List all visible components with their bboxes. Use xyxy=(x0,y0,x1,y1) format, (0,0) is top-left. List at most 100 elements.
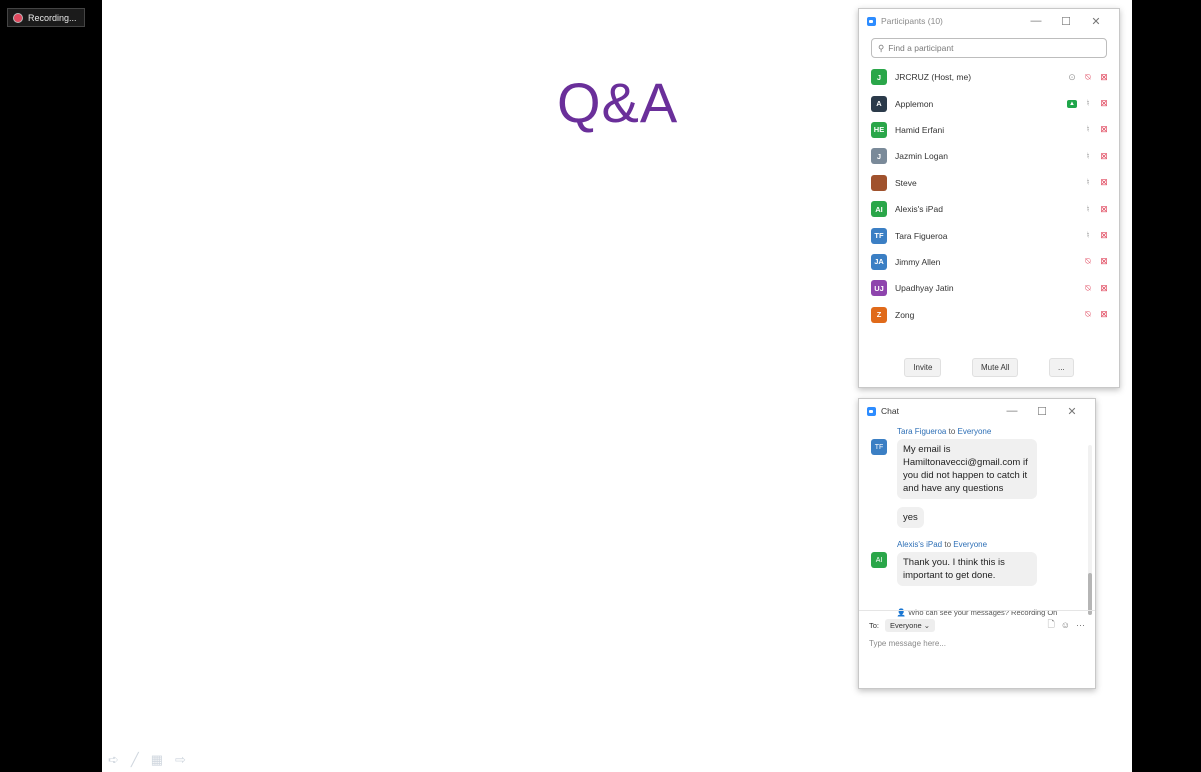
minimize-button[interactable]: — xyxy=(997,405,1027,417)
participant-status-icons: ⍉ ⊠ xyxy=(1083,309,1109,320)
recipient-select[interactable]: Everyone ⌄ xyxy=(885,618,936,632)
sender-name: Tara Figueroa xyxy=(897,427,947,436)
chat-message: AI Thank you. I think this is important t… xyxy=(871,552,1083,586)
close-button[interactable]: ✕ xyxy=(1057,405,1087,418)
recording-indicator[interactable]: Recording... xyxy=(7,8,85,27)
video-off-icon[interactable]: ⊠ xyxy=(1099,177,1109,188)
file-icon[interactable]: 🗋 xyxy=(1048,617,1055,633)
participant-status-icons: ⍉ ⊠ xyxy=(1083,256,1109,267)
participant-avatar: AI xyxy=(871,201,887,218)
participant-row[interactable]: AI Alexis's iPad ♮ ⊠ xyxy=(859,196,1119,222)
participant-status-icons: ▲ ♮ ⊠ xyxy=(1067,98,1109,109)
message-bubble: Thank you. I think this is important to … xyxy=(897,552,1037,586)
video-off-icon[interactable]: ⊠ xyxy=(1099,151,1109,162)
video-off-icon[interactable]: ⊠ xyxy=(1099,98,1109,109)
participant-list: J JRCRUZ (Host, me) ⊙ ⍉ ⊠ A Applemon ▲ ♮ ⊠ HE Hamid… xyxy=(859,64,1119,328)
participant-row[interactable]: HE Hamid Erfani ♮ ⊠ xyxy=(859,117,1119,143)
pen-icon[interactable]: ╱ xyxy=(131,752,139,768)
mic-icon[interactable]: ♮ xyxy=(1083,230,1093,241)
sender-avatar: TF xyxy=(871,439,887,455)
participant-row[interactable]: A Applemon ▲ ♮ ⊠ xyxy=(859,90,1119,116)
mic-icon[interactable]: ♮ xyxy=(1083,151,1093,162)
participant-row[interactable]: J JRCRUZ (Host, me) ⊙ ⍉ ⊠ xyxy=(859,64,1119,90)
participant-row[interactable]: TF Tara Figueroa ♮ ⊠ xyxy=(859,222,1119,248)
participant-name: JRCRUZ (Host, me) xyxy=(895,72,972,83)
close-button[interactable]: ✕ xyxy=(1081,15,1111,28)
zoom-logo-icon xyxy=(867,406,876,416)
mic-icon[interactable]: ♮ xyxy=(1083,98,1093,109)
participant-row[interactable]: UJ Upadhyay Jatin ⍉ ⊠ xyxy=(859,275,1119,301)
pointer-icon[interactable]: ➪ xyxy=(108,752,119,768)
slide-title: Q&A xyxy=(557,71,679,134)
more-button[interactable]: ... xyxy=(1049,358,1074,377)
participants-footer: Invite Mute All ... xyxy=(859,358,1119,377)
maximize-button[interactable]: ☐ xyxy=(1027,405,1057,418)
search-placeholder: Find a participant xyxy=(888,43,954,53)
participant-name: Jazmin Logan xyxy=(895,151,948,162)
participant-name: Tara Figueroa xyxy=(895,230,948,241)
participant-status-icons: ⍉ ⊠ xyxy=(1083,283,1109,294)
chat-compose: To: Everyone ⌄ 🗋 ☺ ⋯ Type message here..… xyxy=(859,610,1095,688)
participant-name: Zong xyxy=(895,309,915,320)
chat-window: Chat — ☐ ✕ Tara Figueroa to Everyone TF My… xyxy=(858,398,1096,689)
recipient-name: Everyone xyxy=(957,427,992,436)
participant-name: Hamid Erfani xyxy=(895,124,945,135)
to-word: to xyxy=(948,427,956,436)
chat-message: TF My email is Hamiltonavecci@gmail.com i… xyxy=(871,439,1083,499)
participant-avatar: TF xyxy=(871,227,887,244)
mic-muted-icon[interactable]: ⍉ xyxy=(1083,72,1093,83)
mic-icon[interactable]: ♮ xyxy=(1083,204,1093,215)
grid-icon[interactable]: ▦ xyxy=(151,752,163,768)
chat-messages: Tara Figueroa to Everyone TF My email is H… xyxy=(859,423,1095,615)
sender-name: Alexis's iPad xyxy=(897,540,943,549)
participant-row[interactable]: J Jazmin Logan ♮ ⊠ xyxy=(859,143,1119,169)
participant-status-icons: ♮ ⊠ xyxy=(1083,230,1109,241)
participant-avatar: JA xyxy=(871,253,887,270)
participant-row[interactable]: Steve ♮ ⊠ xyxy=(859,170,1119,196)
recipient-name: Everyone xyxy=(953,540,988,549)
chat-titlebar[interactable]: Chat — ☐ ✕ xyxy=(859,399,1095,423)
participant-status-icons: ⊙ ⍉ ⊠ xyxy=(1067,72,1109,83)
participant-name: Alexis's iPad xyxy=(895,204,943,215)
mic-icon[interactable]: ♮ xyxy=(1083,124,1093,135)
arrow-icon[interactable]: ⇨ xyxy=(175,752,186,768)
search-icon: ⚲ xyxy=(878,42,885,53)
participant-row[interactable]: JA Jimmy Allen ⍉ ⊠ xyxy=(859,249,1119,275)
participant-row[interactable]: Z Zong ⍉ ⊠ xyxy=(859,302,1119,328)
chat-scrollbar-thumb[interactable] xyxy=(1088,573,1092,615)
participant-status-icons: ♮ ⊠ xyxy=(1083,177,1109,188)
maximize-button[interactable]: ☐ xyxy=(1051,15,1081,28)
mic-muted-icon[interactable]: ⍉ xyxy=(1083,256,1093,267)
video-off-icon[interactable]: ⊠ xyxy=(1099,72,1109,83)
screen-share-icon: ▲ xyxy=(1067,99,1077,108)
video-off-icon[interactable]: ⊠ xyxy=(1099,309,1109,320)
message-input[interactable]: Type message here... xyxy=(869,639,1085,648)
to-word: to xyxy=(944,540,952,549)
message-bubble: My email is Hamiltonavecci@gmail.com if … xyxy=(897,439,1037,499)
invite-button[interactable]: Invite xyxy=(904,358,942,377)
participants-titlebar[interactable]: Participants (10) — ☐ ✕ xyxy=(859,9,1119,33)
mute-all-button[interactable]: Mute All xyxy=(971,358,1019,377)
emoji-icon[interactable]: ☺ xyxy=(1061,620,1070,630)
video-off-icon[interactable]: ⊠ xyxy=(1099,256,1109,267)
participant-name: Upadhyay Jatin xyxy=(895,283,954,294)
chat-title: Chat xyxy=(881,406,899,416)
mic-icon[interactable]: ♮ xyxy=(1083,177,1093,188)
participant-status-icons: ♮ ⊠ xyxy=(1083,151,1109,162)
video-off-icon[interactable]: ⊠ xyxy=(1099,124,1109,135)
participant-avatar: J xyxy=(871,69,887,86)
participant-search-input[interactable]: ⚲ Find a participant xyxy=(871,38,1107,58)
message-header: Tara Figueroa to Everyone xyxy=(897,427,1083,436)
participant-photo xyxy=(871,174,887,191)
mic-muted-icon[interactable]: ⍉ xyxy=(1083,309,1093,320)
participants-window: Participants (10) — ☐ ✕ ⚲ Find a partici… xyxy=(858,8,1120,388)
video-off-icon[interactable]: ⊠ xyxy=(1099,283,1109,294)
minimize-button[interactable]: — xyxy=(1021,15,1051,27)
video-off-icon[interactable]: ⊠ xyxy=(1099,230,1109,241)
message-header: Alexis's iPad to Everyone xyxy=(897,540,1083,549)
mic-muted-icon[interactable]: ⍉ xyxy=(1083,283,1093,294)
sender-avatar: AI xyxy=(871,552,887,568)
more-options-icon[interactable]: ⋯ xyxy=(1076,620,1085,631)
participant-status-icons: ♮ ⊠ xyxy=(1083,124,1109,135)
video-off-icon[interactable]: ⊠ xyxy=(1099,204,1109,215)
